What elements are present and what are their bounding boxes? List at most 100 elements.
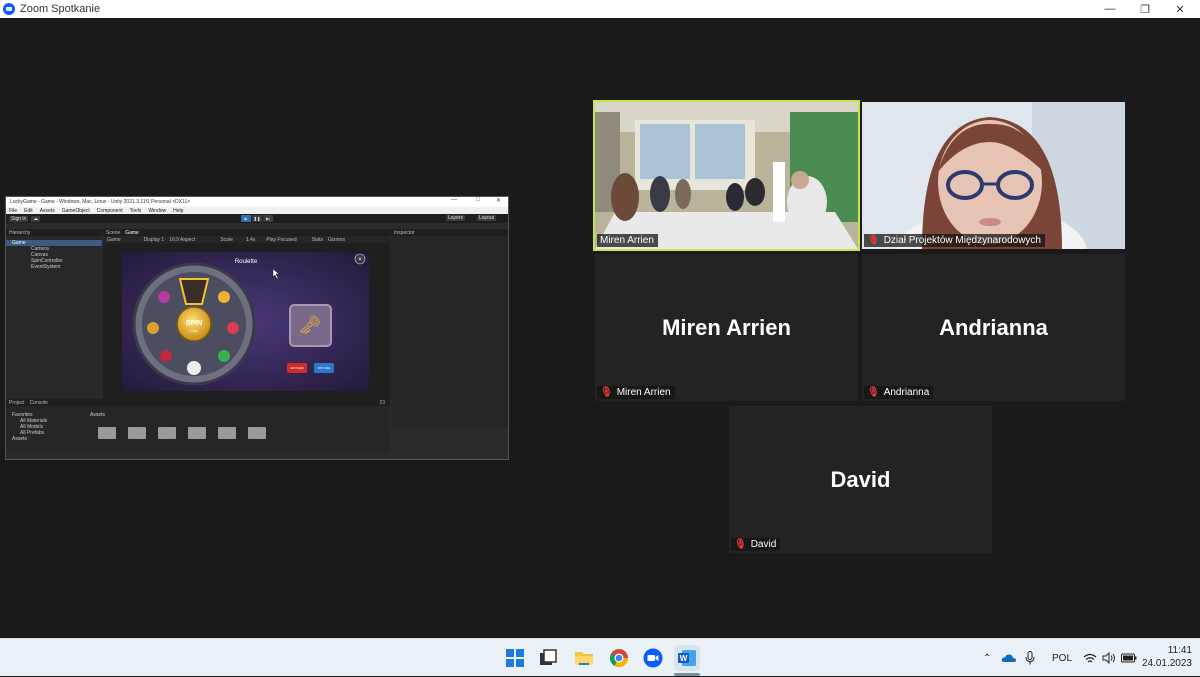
- roulette-game-svg: Roulette × SPIN FREE 🗝 GET PRIZES SPIN F…: [122, 252, 369, 391]
- chrome-icon[interactable]: [606, 645, 632, 671]
- play-controls: ▶ ❚❚ ▶|: [241, 215, 273, 222]
- avatar-tile-andrianna[interactable]: Andrianna 🎙︎ Andrianna: [862, 254, 1125, 401]
- shared-screen[interactable]: LuckyGame - Game - Windows, Mac, Linux -…: [5, 196, 509, 460]
- bell-icon: [218, 291, 230, 303]
- unity-toolbar: Sign in ☁ ▶ ❚❚ ▶| Layers Layout: [6, 214, 508, 223]
- tab-game: Game: [125, 229, 139, 236]
- unity-menu-window: Window: [148, 207, 167, 214]
- gizmos: Gizmos: [328, 236, 345, 243]
- game-view: Roulette × SPIN FREE 🗝 GET PRIZES SPIN F…: [122, 252, 369, 391]
- show-hidden-icons[interactable]: ⌃: [983, 639, 991, 677]
- spin-label: SPIN: [186, 320, 202, 327]
- participant-name: Andrianna: [883, 387, 930, 398]
- unity-menu-file: File: [9, 207, 18, 214]
- unity-menubar: File Edit Assets GameObject Component To…: [6, 207, 508, 214]
- tab-console: Console: [29, 399, 48, 406]
- video-tile-dzial-projektow[interactable]: 🎙︎ Dział Projektów Międzynarodowych: [862, 102, 1125, 249]
- start-icon[interactable]: [502, 645, 528, 671]
- word-icon[interactable]: W: [674, 645, 700, 671]
- unity-layers: Layers: [446, 215, 466, 221]
- participant-label: 🎙︎ Miren Arrien: [597, 386, 675, 399]
- key-prize-icon: 🗝: [299, 315, 322, 335]
- game-aspect: 16:9 Aspect: [169, 236, 196, 243]
- clover-icon: [218, 350, 230, 362]
- folder-icon: [248, 427, 266, 439]
- step-icon: ▶|: [263, 215, 273, 222]
- window-title: Zoom Spotkanie: [20, 3, 101, 15]
- person-video: [862, 102, 1125, 249]
- participant-label: Miren Arrien: [597, 234, 658, 247]
- ruby-icon: [160, 350, 172, 362]
- zoom-icon[interactable]: [640, 645, 666, 671]
- svg-text:×: ×: [358, 257, 362, 263]
- battery-icon[interactable]: [1121, 639, 1137, 677]
- unity-layout: Layout: [477, 215, 497, 221]
- wifi-icon[interactable]: [1083, 639, 1097, 677]
- mic-muted-icon: 🎙︎: [867, 235, 880, 246]
- play-icon: ▶: [241, 215, 251, 222]
- avatar-tile-david[interactable]: David 🎙︎ David: [729, 406, 992, 553]
- assets-header: Assets: [90, 412, 106, 418]
- mic-muted-icon: 🎙︎: [867, 387, 880, 398]
- file-explorer-icon[interactable]: [571, 645, 597, 671]
- unity-menu-gameobject: GameObject: [61, 207, 90, 214]
- unity-menu-component: Component: [96, 207, 123, 214]
- svg-text:W: W: [680, 654, 688, 663]
- project-panel: Project Console 23 Favorites All Materia…: [6, 399, 390, 452]
- unity-menu-tools: Tools: [129, 207, 142, 214]
- key-icon: [147, 322, 159, 334]
- unity-menu-assets: Assets: [39, 207, 55, 214]
- unity-titlebar: LuckyGame - Game - Windows, Mac, Linux -…: [6, 197, 508, 207]
- hierarchy-panel: Hierarchy Game Camera Canvas SpinControl…: [6, 229, 102, 399]
- hierarchy-item: EventSystem: [31, 264, 61, 270]
- folder-icon: [218, 427, 236, 439]
- video-tile-miren-arrien[interactable]: Miren Arrien: [593, 100, 860, 251]
- play-focused: Play Focused: [266, 236, 297, 243]
- spin-sub-label: FREE: [190, 329, 198, 333]
- onedrive-icon[interactable]: [1001, 639, 1017, 677]
- microphone-icon[interactable]: [1025, 639, 1035, 677]
- game-toolbar: Game Display 1 16:9 Aspect Scale 1.4x Pl…: [103, 236, 390, 243]
- unity-restore-icon: □: [476, 197, 480, 203]
- clock-time: 11:41: [1167, 645, 1192, 656]
- asset-folders: [98, 427, 266, 439]
- mic-muted-icon: 🎙︎: [600, 387, 613, 398]
- participant-name: David: [750, 539, 777, 550]
- folder-icon: [98, 427, 116, 439]
- stats: Stats: [311, 236, 324, 243]
- game-mode: Game: [107, 236, 121, 243]
- heart-icon: [227, 322, 239, 334]
- folder-icon: [188, 427, 206, 439]
- unity-menu-help: Help: [173, 207, 184, 214]
- cloud-icon: ☁: [31, 215, 41, 222]
- task-view-icon[interactable]: [535, 645, 561, 671]
- roulette-title: Roulette: [235, 259, 258, 265]
- tab-project: Project: [9, 399, 25, 406]
- zoom-logo-icon: [3, 3, 15, 15]
- unity-window-title: LuckyGame - Game - Windows, Mac, Linux -…: [10, 199, 191, 205]
- asset-count: 23: [379, 399, 385, 406]
- skull-icon: [187, 361, 201, 375]
- unity-menu-edit: Edit: [24, 207, 33, 214]
- red-game-button-label: GET PRIZES: [290, 368, 304, 370]
- blue-game-button-label: SPIN FREE: [318, 368, 331, 370]
- close-button[interactable]: ✕: [1160, 0, 1200, 18]
- participant-label: 🎙︎ David: [731, 538, 781, 551]
- participant-center-name: Andrianna: [939, 314, 1048, 340]
- window-titlebar: Zoom Spotkanie — ❐ ✕: [0, 0, 1200, 18]
- restore-button[interactable]: ❐: [1125, 0, 1165, 18]
- volume-icon[interactable]: [1102, 639, 1117, 677]
- gift-icon: [158, 291, 170, 303]
- minimize-button[interactable]: —: [1090, 0, 1130, 18]
- clock-date: 24.01.2023: [1141, 658, 1192, 669]
- inspector-tab: Inspector: [394, 229, 415, 236]
- hierarchy-tab: Hierarchy: [9, 229, 31, 236]
- meeting-stage: LuckyGame - Game - Windows, Mac, Linux -…: [0, 18, 1200, 638]
- meeting-room-video: [595, 102, 858, 249]
- language-indicator[interactable]: POL: [1052, 639, 1072, 677]
- participant-name: Miren Arrien: [600, 235, 654, 246]
- inspector-panel: Inspector: [391, 229, 508, 429]
- participant-center-name: David: [830, 466, 891, 492]
- avatar-tile-miren-arrien[interactable]: Miren Arrien 🎙︎ Miren Arrien: [595, 254, 858, 401]
- system-clock[interactable]: 11:41 24.01.2023: [1142, 644, 1192, 670]
